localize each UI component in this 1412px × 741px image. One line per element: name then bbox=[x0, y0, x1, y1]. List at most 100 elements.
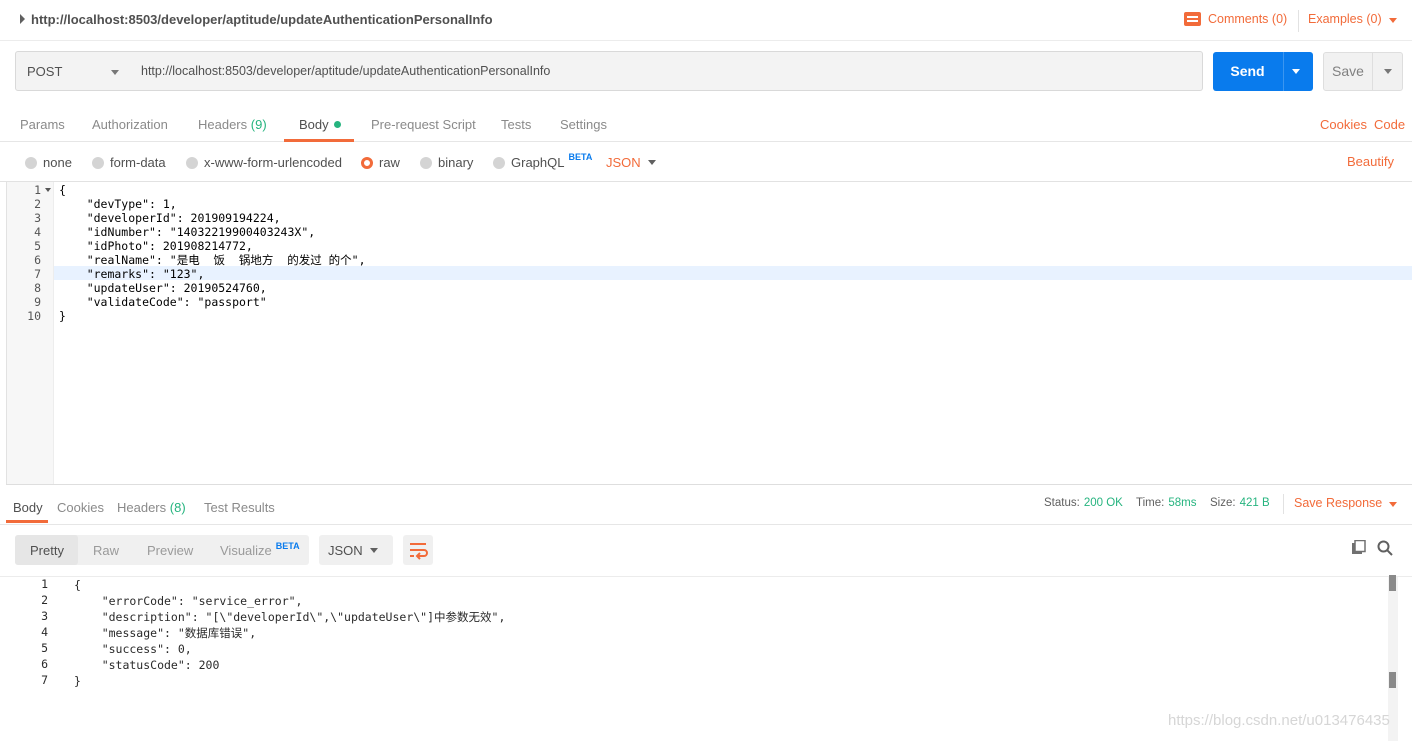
request-tabs: Params Authorization Headers (9) Body Pr… bbox=[0, 102, 1412, 142]
tab-tests[interactable]: Tests bbox=[501, 117, 531, 132]
resp-headers-label: Headers bbox=[117, 500, 167, 515]
status-value: 200 OK bbox=[1083, 497, 1123, 509]
line-number: 4 bbox=[41, 625, 48, 639]
view-raw-button[interactable]: Raw bbox=[93, 543, 119, 558]
mode-binary-label: binary bbox=[438, 155, 474, 170]
size-value: 421 B bbox=[1239, 497, 1270, 509]
request-title[interactable]: http://localhost:8503/developer/aptitude… bbox=[31, 12, 493, 27]
active-tab-underline bbox=[6, 520, 48, 523]
code-link[interactable]: Code bbox=[1374, 117, 1405, 132]
line-number: 1 bbox=[34, 183, 41, 197]
radio-icon bbox=[493, 156, 505, 169]
line-number: 5 bbox=[34, 239, 41, 253]
examples-link[interactable]: Examples (0) bbox=[1308, 12, 1382, 26]
resp-tab-test-results[interactable]: Test Results bbox=[204, 500, 275, 515]
code-line: "success": 0, bbox=[74, 642, 192, 656]
view-pretty-button[interactable]: Pretty bbox=[30, 543, 64, 558]
beautify-link[interactable]: Beautify bbox=[1347, 154, 1394, 169]
request-body-editor[interactable]: 1 {2 "devType": 1, 3 "developerId": 201909… bbox=[6, 182, 1412, 484]
mode-form-data-label: form-data bbox=[110, 155, 166, 170]
response-format-label: JSON bbox=[328, 543, 363, 558]
beta-badge: BETA bbox=[275, 541, 300, 551]
comments-link[interactable]: Comments (0) bbox=[1184, 12, 1287, 26]
mode-none[interactable]: none bbox=[25, 155, 72, 170]
view-preview-button[interactable]: Preview bbox=[147, 543, 193, 558]
code-line: { bbox=[74, 578, 81, 592]
code-line: "idPhoto": 201908214772, bbox=[59, 239, 253, 253]
line-number: 5 bbox=[41, 641, 48, 655]
request-title-bar: http://localhost:8503/developer/aptitude… bbox=[0, 0, 1412, 41]
tab-body[interactable]: Body bbox=[299, 117, 341, 132]
copy-icon[interactable] bbox=[1351, 540, 1366, 555]
status-label: Status: bbox=[1044, 497, 1080, 509]
scrollbar-thumb[interactable] bbox=[1389, 575, 1396, 591]
mode-raw[interactable]: raw bbox=[361, 155, 400, 170]
mode-urlencoded[interactable]: x-www-form-urlencoded bbox=[186, 155, 342, 170]
chevron-down-icon[interactable] bbox=[1389, 18, 1397, 23]
resp-tab-cookies[interactable]: Cookies bbox=[57, 500, 104, 515]
tab-headers-label: Headers bbox=[198, 117, 248, 132]
tab-params[interactable]: Params bbox=[20, 117, 65, 132]
divider bbox=[1283, 52, 1284, 91]
code-line: "realName": "是电 饭 锅地方 的发过 的个", bbox=[59, 253, 366, 267]
line-number: 6 bbox=[41, 657, 48, 671]
wrap-lines-icon bbox=[410, 543, 428, 560]
code-line: "remarks": "123", bbox=[59, 267, 205, 281]
chevron-down-icon[interactable] bbox=[648, 160, 656, 165]
scrollbar-marker bbox=[1389, 672, 1396, 688]
line-number: 9 bbox=[34, 295, 41, 309]
headers-count: (9) bbox=[250, 117, 267, 132]
body-format-select[interactable]: JSON bbox=[606, 155, 641, 170]
visualize-label: Visualize bbox=[220, 543, 272, 558]
send-options-chevron-icon[interactable] bbox=[1292, 69, 1300, 74]
code-line: "description": "[\"developerId\",\"updat… bbox=[74, 610, 506, 624]
chevron-down-icon bbox=[370, 548, 378, 553]
resp-tab-headers[interactable]: Headers (8) bbox=[117, 500, 186, 515]
method-select[interactable]: POST bbox=[15, 51, 132, 91]
mode-binary[interactable]: binary bbox=[420, 155, 473, 170]
time-readout: Time: 58ms bbox=[1136, 497, 1196, 509]
code-line: "devType": 1, bbox=[59, 197, 177, 211]
tab-settings[interactable]: Settings bbox=[560, 117, 607, 132]
tab-prerequest-script[interactable]: Pre-request Script bbox=[371, 117, 476, 132]
line-number: 7 bbox=[41, 673, 48, 687]
code-line: "statusCode": 200 bbox=[74, 658, 220, 672]
code-line: "validateCode": "passport" bbox=[59, 295, 267, 309]
save-button[interactable]: Save bbox=[1323, 52, 1403, 91]
save-response-button[interactable]: Save Response bbox=[1294, 496, 1382, 510]
response-format-select[interactable]: JSON bbox=[319, 535, 393, 565]
save-options-chevron-icon[interactable] bbox=[1384, 69, 1392, 74]
tab-headers[interactable]: Headers (9) bbox=[198, 117, 267, 132]
fold-arrow-icon[interactable] bbox=[45, 188, 51, 192]
view-visualize-button[interactable]: Visualize BETA bbox=[220, 541, 300, 558]
search-icon[interactable] bbox=[1377, 540, 1393, 556]
body-mode-bar: none form-data x-www-form-urlencoded raw… bbox=[0, 143, 1412, 182]
time-label: Time: bbox=[1136, 497, 1165, 509]
send-button[interactable]: Send bbox=[1213, 52, 1313, 91]
mode-none-label: none bbox=[43, 155, 72, 170]
resp-tab-body[interactable]: Body bbox=[13, 500, 43, 515]
mode-graphql[interactable]: GraphQL BETA bbox=[493, 152, 592, 170]
expand-caret-icon[interactable] bbox=[20, 14, 25, 24]
url-input[interactable] bbox=[131, 51, 1203, 91]
response-tabs: Body Cookies Headers (8) Test Results bbox=[0, 485, 1412, 525]
divider bbox=[1372, 53, 1373, 90]
active-line-highlight bbox=[7, 266, 1412, 280]
tab-authorization[interactable]: Authorization bbox=[92, 117, 168, 132]
radio-icon bbox=[186, 156, 198, 169]
cookies-link[interactable]: Cookies bbox=[1320, 117, 1367, 132]
chevron-down-icon[interactable] bbox=[1389, 502, 1397, 507]
line-number: 4 bbox=[34, 225, 41, 239]
comments-label: Comments (0) bbox=[1208, 12, 1288, 26]
time-value: 58ms bbox=[1168, 497, 1197, 509]
chevron-down-icon bbox=[111, 70, 119, 75]
radio-icon bbox=[92, 156, 104, 169]
wrap-lines-button[interactable] bbox=[403, 535, 433, 565]
status-readout: Status: 200 OK bbox=[1044, 497, 1123, 509]
line-number: 2 bbox=[34, 197, 41, 211]
code-line: "message": "数据库错误", bbox=[74, 626, 257, 640]
mode-form-data[interactable]: form-data bbox=[92, 155, 166, 170]
divider bbox=[1283, 494, 1284, 514]
mode-urlencoded-label: x-www-form-urlencoded bbox=[204, 155, 342, 170]
radio-icon bbox=[25, 156, 37, 169]
